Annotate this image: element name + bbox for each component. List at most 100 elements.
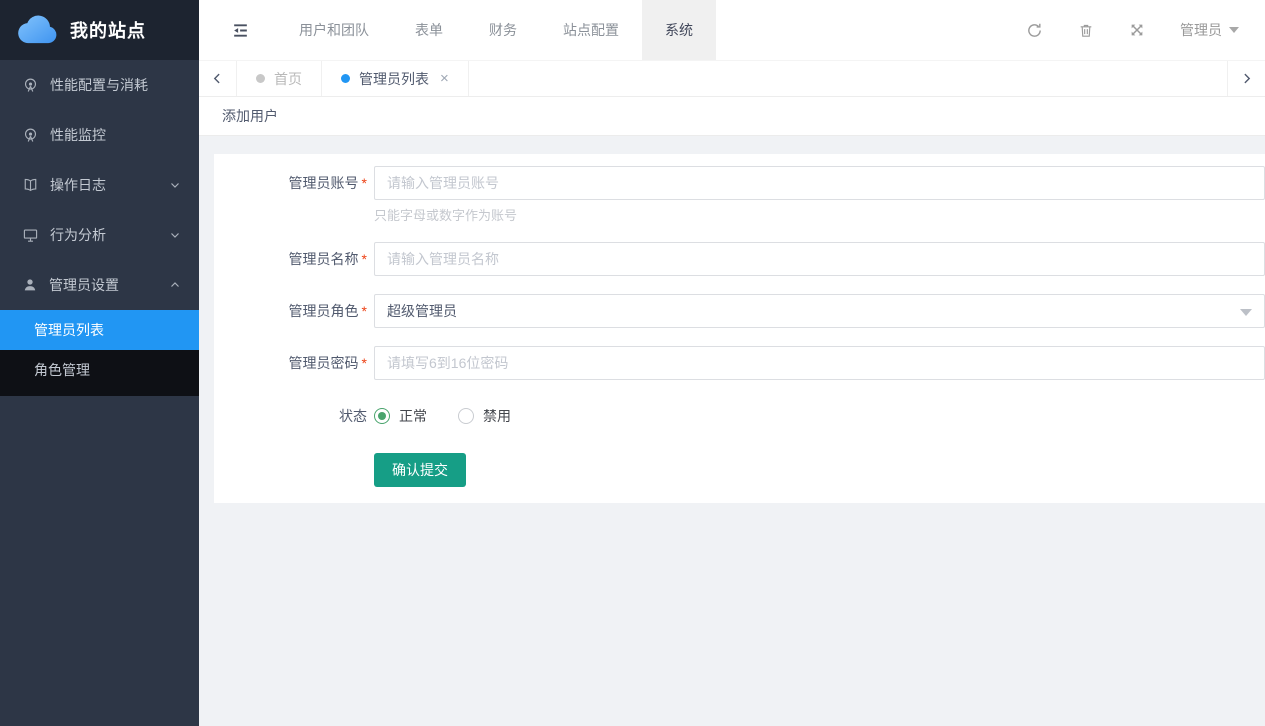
chevron-up-icon [169, 279, 181, 291]
required-asterisk: * [362, 175, 367, 191]
sidebar-item-label: 性能监控 [50, 125, 106, 145]
form-row-submit: 确认提交 [214, 453, 1265, 487]
sidebar-collapse-button[interactable] [231, 21, 250, 40]
tab-dot [256, 74, 265, 83]
field-col [374, 242, 1265, 276]
field-label: 管理员角色* [214, 294, 374, 328]
tabs-scroll-left-button[interactable] [199, 61, 237, 96]
tab-bar: 首页 管理员列表 × [199, 60, 1265, 97]
radio-checked-icon[interactable] [374, 408, 390, 424]
nav-item-label: 表单 [415, 20, 443, 40]
sidebar-subitem-label: 管理员列表 [34, 320, 104, 340]
sidebar-item-performance-config[interactable]: 性能配置与消耗 [0, 60, 199, 110]
logo-bar[interactable]: 我的站点 [0, 0, 199, 60]
field-col: 超级管理员 [374, 294, 1265, 328]
nav-item-label: 用户和团队 [299, 20, 369, 40]
nav-item-system[interactable]: 系统 [642, 0, 716, 60]
form-row-status: 状态 正常 禁用 [214, 406, 1265, 426]
nav-item-users-teams[interactable]: 用户和团队 [276, 0, 392, 60]
chevron-right-icon [1240, 72, 1253, 85]
refresh-icon [1026, 22, 1043, 39]
sidebar-item-behavior-analysis[interactable]: 行为分析 [0, 210, 199, 260]
radio-label: 正常 [399, 406, 427, 426]
radio-unchecked-icon[interactable] [458, 408, 474, 424]
required-asterisk: * [362, 355, 367, 371]
chevron-left-icon [211, 72, 224, 85]
status-option-normal[interactable]: 正常 [374, 406, 427, 426]
sidebar-subitem-admin-list[interactable]: 管理员列表 [0, 310, 199, 350]
nav-item-forms[interactable]: 表单 [392, 0, 466, 60]
fullscreen-expand-icon [1129, 22, 1145, 38]
tabs-scroll-right-button[interactable] [1227, 61, 1265, 96]
sidebar-item-admin-settings[interactable]: 管理员设置 [0, 260, 199, 310]
status-radio-group: 正常 禁用 [374, 406, 1265, 426]
user-icon [22, 277, 38, 293]
submit-button[interactable]: 确认提交 [374, 453, 466, 487]
nav-item-site-config[interactable]: 站点配置 [540, 0, 642, 60]
sidebar-item-label: 行为分析 [50, 225, 106, 245]
select-caret-icon [1240, 309, 1252, 316]
form-row-password: 管理员密码* [214, 346, 1265, 380]
field-col: 只能字母或数字作为账号 [374, 166, 1265, 224]
field-col: 确认提交 [374, 453, 1265, 487]
form-row-role: 管理员角色* 超级管理员 [214, 294, 1265, 328]
header-nav: 用户和团队 表单 财务 站点配置 系统 [276, 0, 716, 60]
sidebar-subitem-label: 角色管理 [34, 360, 90, 380]
field-label-text: 管理员名称 [289, 251, 359, 267]
nav-item-label: 系统 [665, 20, 693, 40]
nav-item-label: 财务 [489, 20, 517, 40]
radio-label: 禁用 [483, 406, 511, 426]
menu-fold-icon [231, 21, 250, 40]
user-menu-label: 管理员 [1180, 20, 1222, 40]
sidebar-item-performance-monitor[interactable]: 性能监控 [0, 110, 199, 160]
field-label-text: 管理员密码 [289, 355, 359, 371]
admin-role-select[interactable]: 超级管理员 [374, 294, 1265, 328]
form-card: 管理员账号* 只能字母或数字作为账号 管理员名称* [214, 154, 1265, 503]
monitor-icon [22, 227, 39, 244]
tab-admin-list[interactable]: 管理员列表 × [322, 61, 469, 96]
field-label-text: 管理员角色 [289, 303, 359, 319]
admin-password-input[interactable] [374, 346, 1265, 380]
field-label: 管理员名称* [214, 242, 374, 276]
selected-role-value: 超级管理员 [387, 301, 457, 321]
sidebar-item-operation-log[interactable]: 操作日志 [0, 160, 199, 210]
sidebar-item-label: 操作日志 [50, 175, 106, 195]
trash-icon [1078, 22, 1094, 39]
chevron-down-icon [169, 229, 181, 241]
content-area: 管理员账号* 只能字母或数字作为账号 管理员名称* [199, 136, 1265, 726]
refresh-button[interactable] [1026, 22, 1043, 39]
caret-down-icon [1229, 27, 1239, 33]
sidebar-menu: 性能配置与消耗 性能监控 操作日志 [0, 60, 199, 396]
field-label-text: 管理员账号 [289, 175, 359, 191]
fullscreen-button[interactable] [1129, 22, 1145, 38]
top-header: 用户和团队 表单 财务 站点配置 系统 [199, 0, 1265, 60]
sidebar: 我的站点 性能配置与消耗 性能监控 [0, 0, 199, 726]
breadcrumb: 添加用户 [199, 97, 1265, 136]
required-asterisk: * [362, 251, 367, 267]
chevron-down-icon [169, 179, 181, 191]
tab-home[interactable]: 首页 [237, 61, 322, 96]
field-label: 管理员密码* [214, 346, 374, 380]
sidebar-subitem-role-management[interactable]: 角色管理 [0, 350, 199, 390]
form-row-account: 管理员账号* 只能字母或数字作为账号 [214, 166, 1265, 224]
book-icon [22, 177, 39, 194]
broadcast-icon [22, 127, 39, 144]
user-menu[interactable]: 管理员 [1180, 20, 1239, 40]
tab-label: 管理员列表 [359, 69, 429, 89]
field-label: 状态 [214, 406, 374, 426]
page-title: 添加用户 [222, 106, 278, 126]
admin-account-input[interactable] [374, 166, 1265, 200]
admin-name-input[interactable] [374, 242, 1265, 276]
app-root: 我的站点 性能配置与消耗 性能监控 [0, 0, 1265, 726]
admin-settings-submenu: 管理员列表 角色管理 [0, 310, 199, 396]
form-row-name: 管理员名称* [214, 242, 1265, 276]
broadcast-icon [22, 77, 39, 94]
tab-dot [341, 74, 350, 83]
sidebar-item-label: 管理员设置 [49, 275, 119, 295]
status-option-disabled[interactable]: 禁用 [458, 406, 511, 426]
delete-button[interactable] [1078, 22, 1094, 39]
tab-close-icon[interactable]: × [440, 70, 449, 87]
nav-item-finance[interactable]: 财务 [466, 0, 540, 60]
site-title: 我的站点 [70, 17, 146, 43]
field-col [374, 346, 1265, 380]
